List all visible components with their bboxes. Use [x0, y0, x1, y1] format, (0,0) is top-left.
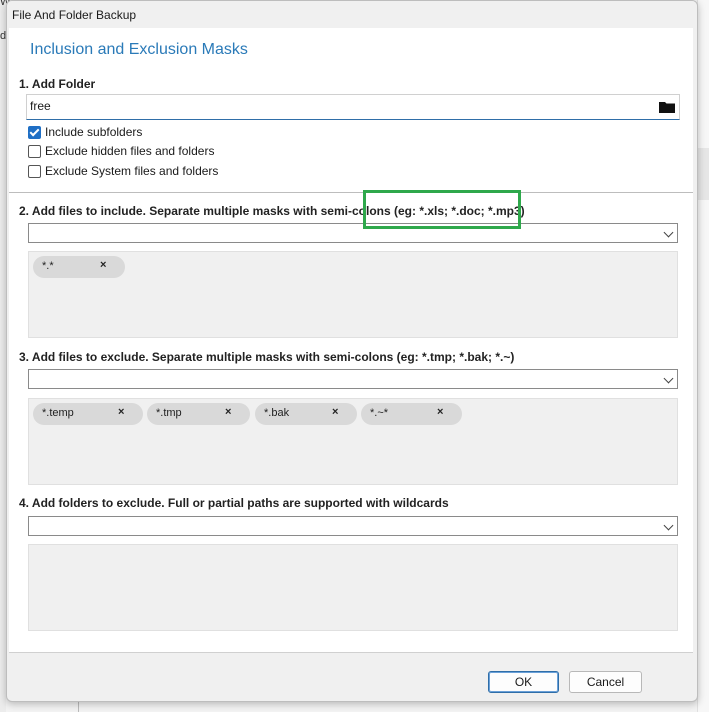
mask-tag-label: *.* [42, 260, 54, 272]
checkbox-unchecked-icon[interactable] [28, 144, 41, 158]
checkbox-unchecked-icon[interactable] [28, 164, 41, 178]
include-subfolders-checkbox[interactable]: Include subfolders [28, 125, 142, 139]
mask-tag-label: *.bak [264, 407, 290, 419]
exclude-system-checkbox[interactable]: Exclude System files and folders [28, 164, 218, 178]
mask-tag-label: *.temp [42, 407, 74, 419]
folder-path-value: free [30, 99, 51, 113]
exclude-folder-list [28, 544, 678, 631]
mask-tag: *.temp × [33, 403, 143, 425]
section-divider [9, 192, 693, 193]
chevron-down-icon[interactable] [663, 373, 674, 384]
chevron-down-icon[interactable] [663, 227, 674, 238]
mask-tag: *.bak × [255, 403, 357, 425]
chevron-down-icon[interactable] [663, 520, 674, 531]
ok-button[interactable]: OK [488, 671, 559, 693]
mask-tag: *.* × [33, 256, 125, 278]
folder-path-input[interactable]: free [26, 94, 680, 120]
close-icon[interactable]: × [332, 406, 338, 418]
include-files-label: 2. Add files to include. Separate multip… [19, 204, 525, 218]
exclude-hidden-checkbox[interactable]: Exclude hidden files and folders [28, 144, 214, 158]
checkbox-label: Include subfolders [45, 125, 143, 139]
close-icon[interactable]: × [225, 406, 231, 418]
exclude-mask-combo[interactable] [28, 369, 678, 389]
content-panel: Inclusion and Exclusion Masks 1. Add Fol… [9, 28, 693, 652]
cancel-button[interactable]: Cancel [569, 671, 642, 693]
add-folder-label: 1. Add Folder [19, 77, 96, 91]
exclude-mask-list: *.temp × *.tmp × *.bak × *.~* × [28, 398, 678, 485]
exclude-files-label: 3. Add files to exclude. Separate multip… [19, 350, 515, 364]
exclude-folder-combo[interactable] [28, 516, 678, 536]
include-mask-list: *.* × [28, 251, 678, 338]
checkbox-label: Exclude hidden files and folders [45, 144, 215, 158]
mask-tag: *.~* × [361, 403, 462, 425]
include-mask-combo[interactable] [28, 223, 678, 243]
close-icon[interactable]: × [100, 259, 106, 271]
close-icon[interactable]: × [118, 406, 124, 418]
title-bar[interactable]: File And Folder Backup [7, 1, 697, 28]
checkbox-label: Exclude System files and folders [45, 164, 219, 178]
folder-icon[interactable] [659, 101, 675, 113]
mask-tag-label: *.~* [370, 407, 389, 419]
window-title: File And Folder Backup [12, 8, 137, 22]
mask-tag: *.tmp × [147, 403, 250, 425]
footer-divider [9, 652, 693, 653]
exclude-folders-label: 4. Add folders to exclude. Full or parti… [19, 496, 449, 510]
close-icon[interactable]: × [437, 406, 443, 418]
checkbox-checked-icon[interactable] [28, 125, 41, 139]
mask-tag-label: *.tmp [156, 407, 182, 419]
page-title: Inclusion and Exclusion Masks [30, 41, 248, 58]
background-window-edge [697, 0, 709, 712]
background-strip [697, 148, 709, 200]
backup-mask-dialog: File And Folder Backup Inclusion and Exc… [6, 0, 698, 702]
